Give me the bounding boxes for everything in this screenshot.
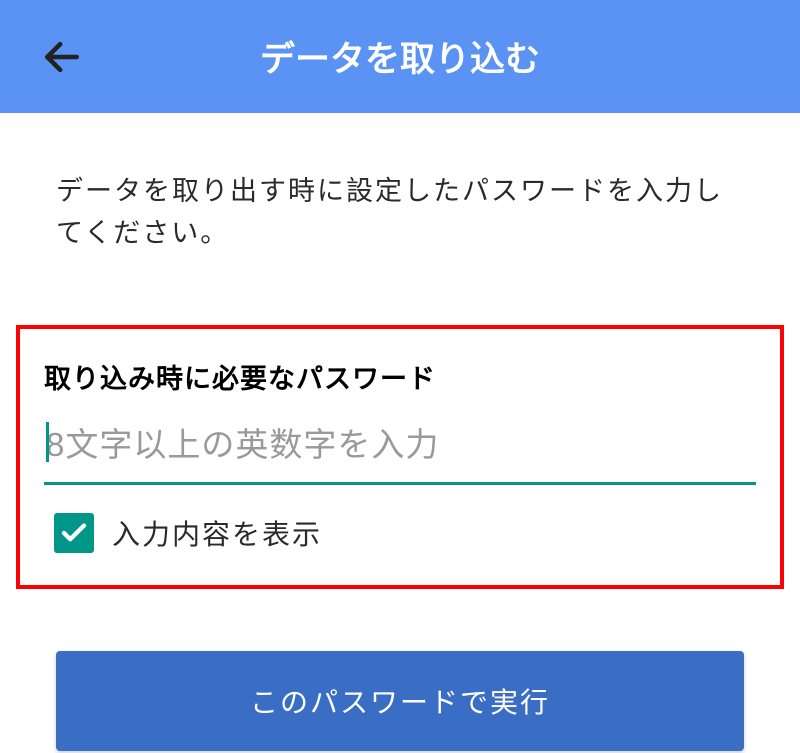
page-title: データを取り込む (30, 31, 770, 82)
show-password-row: 入力内容を表示 (44, 513, 756, 553)
header: データを取り込む (0, 0, 800, 113)
text-cursor (46, 422, 49, 462)
password-label: 取り込み時に必要なパスワード (44, 357, 756, 396)
instruction-text: データを取り出す時に設定したパスワードを入力してください。 (56, 171, 744, 255)
password-section: 取り込み時に必要なパスワード 入力内容を表示 (16, 325, 784, 589)
show-password-label: 入力内容を表示 (112, 513, 322, 553)
submit-button[interactable]: このパスワードで実行 (56, 651, 744, 751)
content-area: データを取り出す時に設定したパスワードを入力してください。 取り込み時に必要なパ… (0, 113, 800, 751)
back-arrow-icon[interactable] (40, 35, 84, 79)
show-password-checkbox[interactable] (54, 513, 94, 553)
password-input[interactable] (44, 418, 756, 485)
password-input-wrapper (44, 418, 756, 485)
